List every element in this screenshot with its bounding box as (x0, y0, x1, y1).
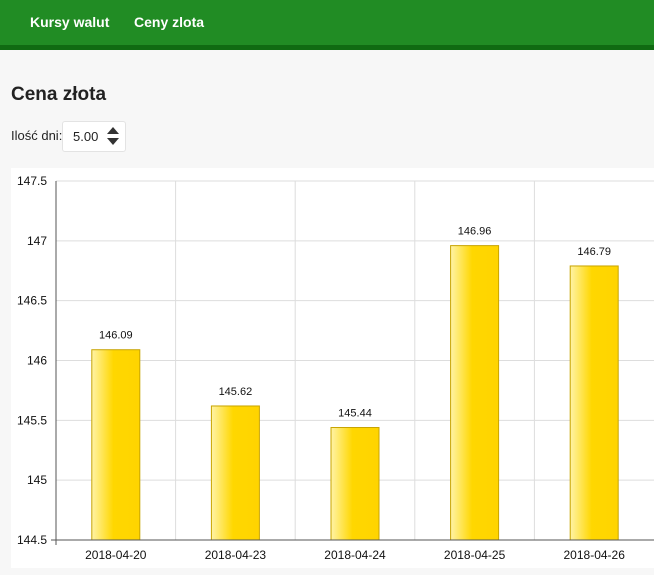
bar-value-label: 146.96 (458, 226, 492, 238)
bar-value-label: 146.09 (99, 330, 133, 342)
days-input[interactable] (63, 122, 107, 151)
stepper-up-arrow-icon[interactable] (107, 127, 119, 134)
bar-value-label: 145.62 (219, 386, 253, 398)
x-category-label: 2018-04-26 (564, 548, 626, 562)
bar (450, 245, 500, 541)
gold-price-bar-chart: 144.5 145 145.5 146 146.5 147 147.5 146.09 2018-… (17, 174, 654, 562)
stepper-down-arrow-icon[interactable] (107, 138, 119, 145)
x-category-label: 2018-04-24 (324, 548, 386, 562)
y-tick-label: 147.5 (17, 174, 47, 188)
page-title: Cena złota (11, 84, 107, 105)
bar (569, 265, 619, 541)
chart-panel: 144.5 145 145.5 146 146.5 147 147.5 146.09 2018-… (11, 168, 654, 568)
bar (330, 427, 380, 541)
y-tick-label: 145 (27, 473, 47, 487)
top-navbar: Kursy walut Ceny zlota (0, 0, 654, 50)
y-tick-label: 147 (27, 234, 47, 248)
x-category-label: 2018-04-20 (85, 548, 147, 562)
x-category-label: 2018-04-25 (444, 548, 506, 562)
nav-item-ceny-zlota[interactable]: Ceny zlota (134, 14, 204, 30)
y-tick-label: 145.5 (17, 413, 47, 427)
days-stepper[interactable] (107, 125, 119, 148)
y-tick-label: 144.5 (17, 533, 47, 547)
x-category-label: 2018-04-23 (205, 548, 267, 562)
y-tick-label: 146 (27, 354, 47, 368)
y-tick-label: 146.5 (17, 294, 47, 308)
bar-value-label: 145.44 (338, 408, 372, 420)
nav-item-kursy-walut[interactable]: Kursy walut (30, 14, 109, 30)
bar (210, 405, 260, 541)
days-number-field (62, 121, 126, 152)
bar-value-label: 146.79 (577, 246, 611, 258)
days-label: Ilość dni: (11, 128, 63, 143)
bar (91, 349, 141, 541)
